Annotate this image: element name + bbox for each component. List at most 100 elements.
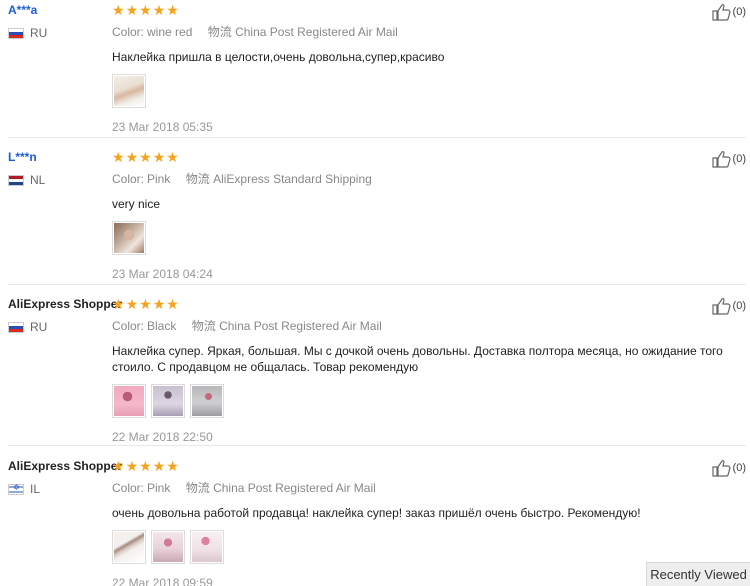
review-text: Наклейка пришла в целости,очень довольна… <box>112 50 445 64</box>
color-label: Color: <box>112 319 145 333</box>
star-icon: ★ <box>112 149 125 165</box>
shipping-label: 物流 <box>191 319 216 333</box>
star-icon: ★ <box>152 2 166 18</box>
review-item: AliExpress Shopper RU ★ ★ ★ ★ ★ Color: Black … <box>0 294 750 446</box>
star-icon: ★ <box>166 458 179 474</box>
order-info: Color: Pink 物流 China Post Registered Air … <box>112 479 742 496</box>
shipping-value: China Post Registered Air Mail <box>219 319 382 333</box>
star-icon: ★ <box>112 296 125 312</box>
star-rating: ★ ★ ★ ★ ★ <box>112 149 742 165</box>
review-photo[interactable] <box>190 530 224 564</box>
order-info: Color: wine red 物流 China Post Registered … <box>112 23 742 40</box>
review-text: Наклейка супер. Яркая, большая. Мы с доч… <box>112 344 723 374</box>
helpful-button[interactable]: (0) <box>711 150 746 168</box>
helpful-button[interactable]: (0) <box>711 3 746 21</box>
reviewer-info: L***n NL <box>8 150 45 187</box>
flag-ru-icon <box>8 27 24 39</box>
star-icon: ★ <box>152 149 166 165</box>
thumbs-up-icon <box>711 150 731 168</box>
shipping-value: AliExpress Standard Shipping <box>213 172 372 186</box>
review-photo[interactable] <box>112 384 146 418</box>
reviewer-country: RU <box>8 320 47 334</box>
recently-viewed-tab[interactable]: Recently Viewed <box>646 562 750 586</box>
review-item: L***n NL ★ ★ ★ ★ ★ Color: Pink 物流 AliExpress … <box>0 147 750 285</box>
shipping-value: China Post Registered Air Mail <box>235 25 398 39</box>
reviewer-country: RU <box>8 26 47 40</box>
thumbs-up-icon <box>711 297 731 315</box>
flag-nl-icon <box>8 174 24 186</box>
review-photo[interactable] <box>190 384 224 418</box>
star-rating: ★ ★ ★ ★ ★ <box>112 458 742 474</box>
review-photo[interactable] <box>112 74 146 108</box>
color-value: wine red <box>147 25 193 39</box>
shipping-label: 物流 <box>207 25 232 39</box>
color-value: Pink <box>147 481 171 495</box>
review-date: 22 Mar 2018 22:50 <box>112 430 213 444</box>
color-value: Black <box>147 319 177 333</box>
star-icon: ★ <box>139 296 152 312</box>
review-photos <box>112 221 742 255</box>
star-icon: ★ <box>139 2 152 18</box>
helpful-count: (0) <box>732 6 746 18</box>
helpful-button[interactable]: (0) <box>711 297 746 315</box>
flag-il-icon <box>8 483 24 495</box>
review-photo[interactable] <box>151 530 185 564</box>
reviewer-country: NL <box>8 173 45 187</box>
star-icon: ★ <box>166 296 179 312</box>
shipping-value: China Post Registered Air Mail <box>213 481 376 495</box>
review-content: ★ ★ ★ ★ ★ Color: Pink 物流 AliExpress Standard … <box>112 147 742 281</box>
reviewer-name[interactable]: L***n <box>8 150 37 164</box>
star-rating: ★ ★ ★ ★ ★ <box>112 2 742 18</box>
review-photos <box>112 384 742 418</box>
reviewer-name[interactable]: A***a <box>8 3 37 17</box>
thumbs-up-icon <box>711 3 731 21</box>
reviewer-info: AliExpress Shopper IL <box>8 459 122 496</box>
order-info: Color: Black 物流 China Post Registered Air… <box>112 317 742 334</box>
country-code: RU <box>30 26 48 40</box>
divider <box>8 137 746 138</box>
review-photos <box>112 74 742 108</box>
review-photo[interactable] <box>112 221 146 255</box>
review-date: 23 Mar 2018 04:24 <box>112 267 213 281</box>
shipping-label: 物流 <box>185 481 210 495</box>
color-value: Pink <box>147 172 171 186</box>
star-rating: ★ ★ ★ ★ ★ <box>112 296 742 312</box>
reviewer-info: AliExpress Shopper RU <box>8 297 123 334</box>
review-photos <box>112 530 742 564</box>
color-label: Color: <box>112 25 145 39</box>
divider <box>8 445 746 446</box>
color-label: Color: <box>112 481 145 495</box>
reviewer-country: IL <box>8 482 40 496</box>
review-content: ★ ★ ★ ★ ★ Color: wine red 物流 China Post Regis… <box>112 0 742 134</box>
review-item: A***a RU ★ ★ ★ ★ ★ Color: wine red 物流 China P… <box>0 0 750 138</box>
review-photo[interactable] <box>112 530 146 564</box>
star-icon: ★ <box>125 2 139 18</box>
star-icon: ★ <box>166 149 179 165</box>
star-icon: ★ <box>125 149 139 165</box>
shipping-label: 物流 <box>185 172 210 186</box>
helpful-button[interactable]: (0) <box>711 459 746 477</box>
star-icon: ★ <box>166 2 179 18</box>
review-item: AliExpress Shopper IL ★★★★★ Color:Pink 物… <box>0 456 750 586</box>
review-photo[interactable] <box>151 384 185 418</box>
star-icon: ★ <box>152 296 166 312</box>
reviewer-info: A***a RU <box>8 3 47 40</box>
reviewer-name: AliExpress Shopper <box>8 297 123 311</box>
star-icon: ★ <box>112 458 125 474</box>
review-date: 23 Mar 2018 05:35 <box>112 120 213 134</box>
review-text: very nice <box>112 197 161 211</box>
country-code: IL <box>30 482 41 496</box>
helpful-count: (0) <box>732 462 746 474</box>
helpful-count: (0) <box>732 153 746 165</box>
thumbs-up-icon <box>711 459 731 477</box>
star-icon: ★ <box>125 296 139 312</box>
helpful-count: (0) <box>732 300 746 312</box>
country-code: NL <box>30 173 46 187</box>
review-content: ★ ★ ★ ★ ★ Color: Black 物流 China Post Register… <box>112 294 742 444</box>
star-icon: ★ <box>125 458 139 474</box>
order-info: Color: Pink 物流 AliExpress Standard Shippi… <box>112 170 742 187</box>
country-code: RU <box>30 320 48 334</box>
star-icon: ★ <box>152 458 166 474</box>
flag-ru-icon <box>8 321 24 333</box>
star-icon: ★ <box>112 2 125 18</box>
